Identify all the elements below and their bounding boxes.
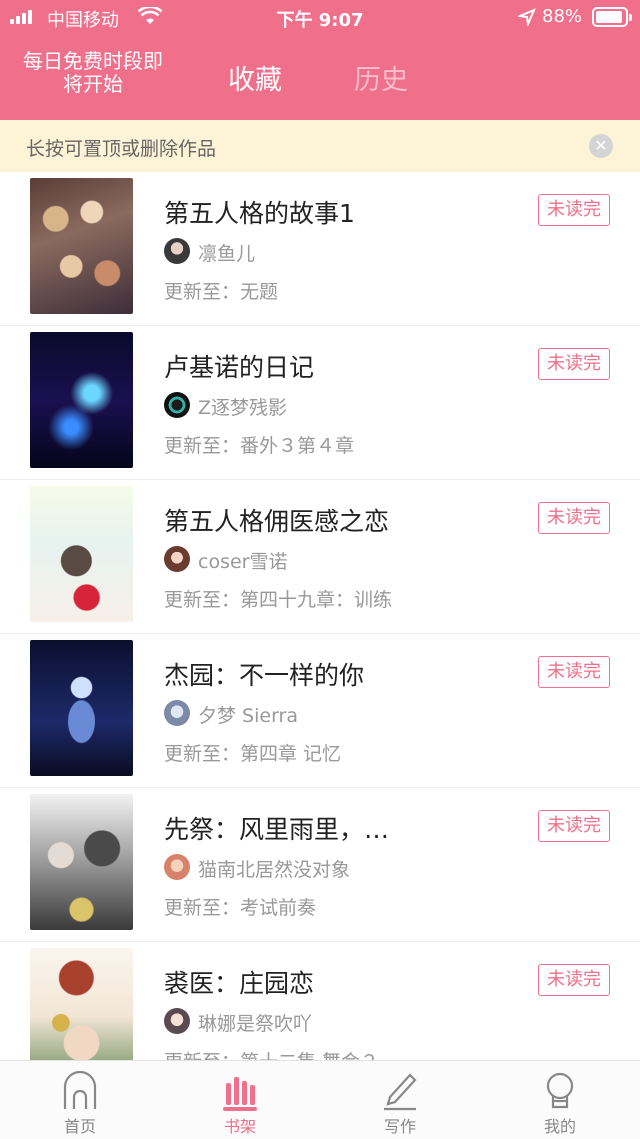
header-bar: 中国移动 下午 9:07 88% 每日免费时段即将开始 收藏 历史 [0,0,640,120]
close-icon[interactable]: ✕ [589,134,613,158]
unread-badge: 未读完 [538,194,610,226]
avatar [164,700,190,726]
nav-mine[interactable]: 我的 [510,1061,610,1139]
book-update: 更新至：考试前奏 [164,897,317,919]
book-title: 先祭：风里雨里，… [164,815,390,844]
nav-bookshelf-label: 书架 [223,1117,256,1136]
author-name: 猫南北居然没对象 [198,859,351,881]
battery-icon [592,7,632,27]
tip-bar: 长按可置顶或删除作品 ✕ [0,120,640,172]
book-item[interactable]: 裘医：庄园恋 未读完 琳娜是祭吹吖 更新至：第十二集·舞会２ [0,942,640,1060]
book-cover [30,332,133,468]
book-item[interactable]: 杰园：不一样的你 未读完 夕梦 Sierra 更新至：第四章 记忆 [0,634,640,788]
unread-badge: 未读完 [538,656,610,688]
book-title: 第五人格的故事1 [164,199,355,228]
status-bar: 中国移动 下午 9:07 88% [0,0,640,36]
author-name: 琳娜是祭吹吖 [198,1013,313,1035]
home-icon [62,1070,98,1111]
book-update: 更新至：无题 [164,281,279,303]
book-cover [30,640,133,776]
nav-write-label: 写作 [383,1117,416,1136]
author-name: 夕梦 Sierra [198,705,299,727]
avatar [164,1008,190,1034]
unread-badge: 未读完 [538,502,610,534]
book-item[interactable]: 第五人格佣医感之恋 未读完 coser雪诺 更新至：第四十九章：训练 [0,480,640,634]
unread-badge: 未读完 [538,810,610,842]
book-list: 第五人格的故事1 未读完 凛鱼儿 更新至：无题 卢基诺的日记 未读完 Z逐梦残影… [0,172,640,1060]
book-update: 更新至：第四章 记忆 [164,743,342,765]
author-name: 凛鱼儿 [198,243,256,265]
book-cover [30,948,133,1060]
nav-home[interactable]: 首页 [30,1061,130,1139]
battery-percent: 88% [542,6,583,27]
nav-bookshelf[interactable]: 书架 [190,1061,290,1139]
book-cover [30,486,133,622]
nav-home-label: 首页 [63,1117,96,1136]
book-item[interactable]: 卢基诺的日记 未读完 Z逐梦残影 更新至：番外３第４章 [0,326,640,480]
book-title: 第五人格佣医感之恋 [164,507,390,536]
book-title: 卢基诺的日记 [164,353,315,382]
book-cover [30,794,133,930]
tip-text: 长按可置顶或删除作品 [26,138,217,160]
location-arrow-icon [516,8,536,31]
book-item[interactable]: 第五人格的故事1 未读完 凛鱼儿 更新至：无题 [0,172,640,326]
author-name: Z逐梦残影 [198,397,288,419]
avatar [164,546,190,572]
pen-icon [382,1071,418,1111]
tab-history[interactable]: 历史 [354,58,408,97]
book-title: 裘医：庄园恋 [164,969,315,998]
nav-write[interactable]: 写作 [350,1061,450,1139]
unread-badge: 未读完 [538,348,610,380]
book-title: 杰园：不一样的你 [164,661,365,690]
book-cover [30,178,133,314]
profile-icon [542,1071,578,1111]
free-slot-notice[interactable]: 每日免费时段即将开始 [18,50,168,96]
book-update: 更新至：第四十九章：训练 [164,589,393,611]
avatar [164,238,190,264]
nav-mine-label: 我的 [543,1117,576,1136]
book-item[interactable]: 先祭：风里雨里，… 未读完 猫南北居然没对象 更新至：考试前奏 [0,788,640,942]
bookshelf-icon [222,1071,258,1111]
author-name: coser雪诺 [198,551,288,573]
book-update: 更新至：第十二集·舞会２ [164,1047,379,1060]
unread-badge: 未读完 [538,964,610,996]
book-update: 更新至：番外３第４章 [164,435,355,457]
bottom-nav: 首页 书架 写作 我的 [0,1060,640,1139]
tab-favorites[interactable]: 收藏 [228,58,282,97]
avatar [164,854,190,880]
avatar [164,392,190,418]
